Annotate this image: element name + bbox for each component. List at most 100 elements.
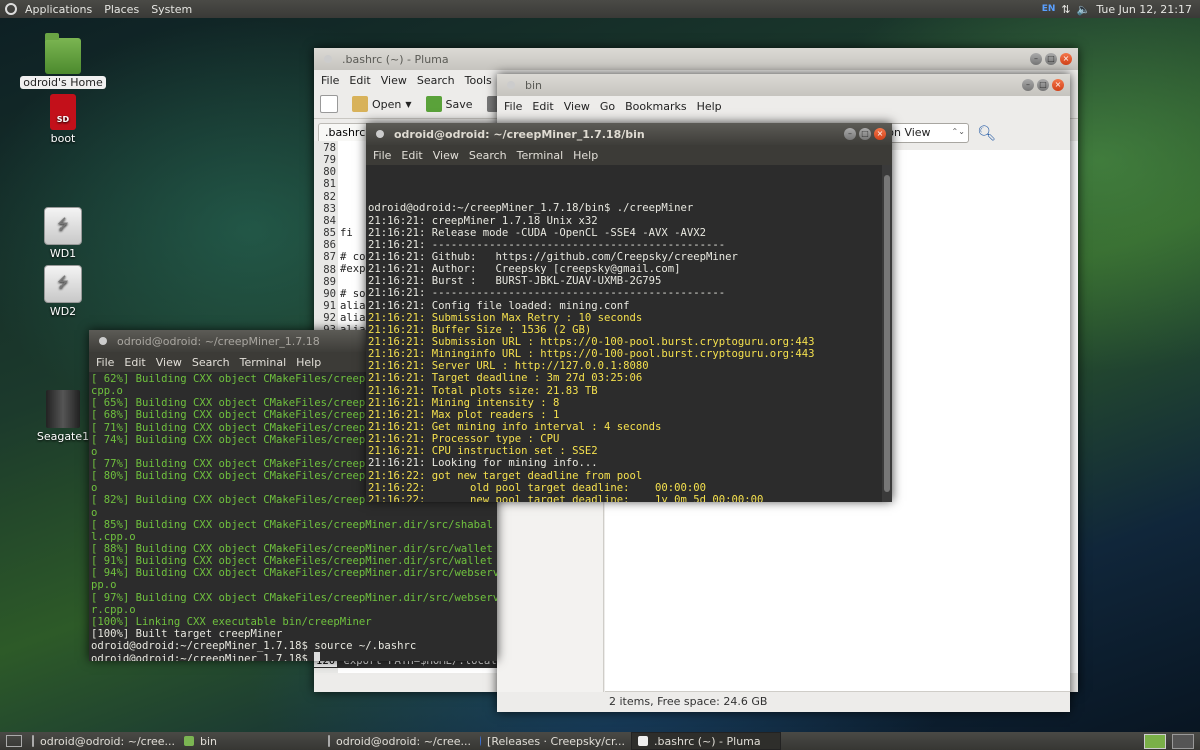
status-bar: 2 items, Free space: 24.6 GB	[605, 691, 1070, 712]
menu-view[interactable]: View	[559, 100, 595, 113]
menu-terminal[interactable]: Terminal	[235, 356, 292, 369]
menu-search[interactable]: Search	[412, 74, 460, 87]
menu-view[interactable]: View	[428, 149, 464, 162]
task-terminal-1[interactable]: odroid@odroid: ~/cree...	[26, 733, 178, 749]
task-label: .bashrc (~) - Pluma	[654, 734, 761, 748]
scrollbar-thumb[interactable]	[884, 175, 890, 492]
search-icon[interactable]: 🔍︎	[977, 124, 996, 142]
maximize-button[interactable]: □	[1037, 79, 1049, 91]
terminal-line: [ 91%] Building CXX object CMakeFiles/cr…	[91, 555, 493, 568]
maximize-button[interactable]: □	[1045, 53, 1057, 65]
line-number: 85	[323, 227, 336, 240]
line-number: 91	[323, 300, 336, 313]
window-menu-icon[interactable]	[376, 130, 384, 138]
maximize-button[interactable]: □	[859, 128, 871, 140]
menu-search[interactable]: Search	[464, 149, 512, 162]
line-number: 86	[323, 239, 336, 252]
menu-edit[interactable]: Edit	[396, 149, 427, 162]
menu-view[interactable]: View	[151, 356, 187, 369]
show-desktop-icon[interactable]	[6, 735, 22, 747]
workspace-switcher	[1144, 733, 1200, 749]
distro-logo-icon[interactable]	[5, 3, 17, 15]
desktop-icon-home[interactable]: odroid's Home	[18, 33, 108, 89]
code-line: alia	[340, 299, 366, 312]
pluma-titlebar[interactable]: .bashrc (~) - Pluma – □ ×	[314, 48, 1078, 70]
volume-icon[interactable]: 🔈	[1077, 3, 1091, 16]
menu-file[interactable]: File	[91, 356, 119, 369]
menu-bookmarks[interactable]: Bookmarks	[620, 100, 691, 113]
task-bin[interactable]: bin	[178, 733, 322, 749]
desktop-icon-wd1[interactable]: ⭍ WD1	[18, 207, 108, 260]
keyboard-layout-indicator[interactable]: EN	[1042, 4, 1056, 14]
chevron-down-icon[interactable]: ▼	[405, 100, 411, 109]
terminal-scrollbar[interactable]	[882, 165, 892, 502]
desktop-icon-label: boot	[50, 132, 76, 145]
text-editor-icon	[638, 736, 648, 746]
menu-go[interactable]: Go	[595, 100, 620, 113]
workspace-2-icon[interactable]	[1172, 733, 1194, 749]
window-menu-icon[interactable]	[99, 337, 107, 345]
menu-edit[interactable]: Edit	[344, 74, 375, 87]
line-number: 84	[323, 214, 336, 227]
close-button[interactable]: ×	[1060, 53, 1072, 65]
task-browser[interactable]: [Releases · Creepsky/cr...	[474, 733, 631, 749]
terminal-line: 21:16:21: Max plot readers : 1	[368, 408, 560, 421]
desktop-icon-wd2[interactable]: ⭍ WD2	[18, 265, 108, 318]
menu-terminal[interactable]: Terminal	[512, 149, 569, 162]
window-menu-icon[interactable]	[324, 55, 332, 63]
terminal-line: 21:16:21: Config file loaded: mining.con…	[368, 299, 630, 312]
desktop-icon-label: odroid's Home	[20, 76, 106, 89]
window-menu-icon[interactable]	[507, 81, 515, 89]
new-document-icon[interactable]	[320, 95, 338, 113]
terminal-line: 21:16:21: Processor type : CPU	[368, 433, 560, 446]
terminal-line: 21:16:21: Total plots size: 21.83 TB	[368, 384, 598, 397]
code-line: alia	[340, 311, 366, 324]
task-label: bin	[200, 734, 218, 748]
menu-tools[interactable]: Tools	[460, 74, 497, 87]
minimize-button[interactable]: –	[1022, 79, 1034, 91]
applications-menu[interactable]: Applications	[19, 3, 98, 16]
menu-help[interactable]: Help	[291, 356, 326, 369]
menu-help[interactable]: Help	[568, 149, 603, 162]
menu-search[interactable]: Search	[187, 356, 235, 369]
miner-terminal-output[interactable]: odroid@odroid:~/creepMiner_1.7.18/bin$ .…	[366, 165, 892, 502]
desktop-icon-boot[interactable]: SD boot	[18, 94, 108, 145]
close-button[interactable]: ×	[874, 128, 886, 140]
menu-file[interactable]: File	[316, 74, 344, 87]
system-menu[interactable]: System	[145, 3, 198, 16]
places-menu[interactable]: Places	[98, 3, 145, 16]
minimize-button[interactable]: –	[844, 128, 856, 140]
folder-icon	[184, 736, 194, 746]
minimize-button[interactable]: –	[1030, 53, 1042, 65]
indicator-area: EN ⇅ 🔈 Tue Jun 12, 21:17	[1042, 3, 1200, 16]
menu-view[interactable]: View	[376, 74, 412, 87]
terminal-line: 21:16:21: Github: https://github.com/Cre…	[368, 251, 738, 264]
network-icon[interactable]: ⇅	[1061, 3, 1070, 16]
workspace-1-icon[interactable]	[1144, 733, 1166, 749]
clock[interactable]: Tue Jun 12, 21:17	[1096, 3, 1192, 16]
menu-edit[interactable]: Edit	[119, 356, 150, 369]
task-label: odroid@odroid: ~/cree...	[336, 734, 472, 748]
terminal-line: odroid@odroid:~/creepMiner_1.7.18/bin$ .…	[368, 202, 694, 215]
menu-file[interactable]: File	[368, 149, 396, 162]
menu-edit[interactable]: Edit	[527, 100, 558, 113]
open-button[interactable]: Open ▼	[352, 96, 412, 112]
menu-help[interactable]: Help	[692, 100, 727, 113]
window-title: .bashrc (~) - Pluma	[342, 52, 449, 66]
code-line: fi	[340, 226, 353, 239]
task-terminal-2[interactable]: odroid@odroid: ~/cree...	[322, 733, 474, 749]
save-label: Save	[445, 97, 473, 111]
miner-terminal-titlebar[interactable]: odroid@odroid: ~/creepMiner_1.7.18/bin –…	[366, 123, 892, 145]
code-area[interactable]: fi# co#exp# soaliaaliaalia	[340, 141, 366, 336]
terminal-line: 21:16:21: Submission Max Retry : 10 seco…	[368, 311, 643, 324]
save-button[interactable]: Save	[425, 96, 473, 112]
close-button[interactable]: ×	[1052, 79, 1064, 91]
file-manager-titlebar[interactable]: bin – □ ×	[497, 74, 1070, 96]
menu-file[interactable]: File	[499, 100, 527, 113]
task-pluma[interactable]: .bashrc (~) - Pluma	[631, 732, 781, 750]
line-number: 78	[323, 142, 336, 154]
terminal-line: 21:16:21: Buffer Size : 1536 (2 GB)	[368, 323, 592, 336]
